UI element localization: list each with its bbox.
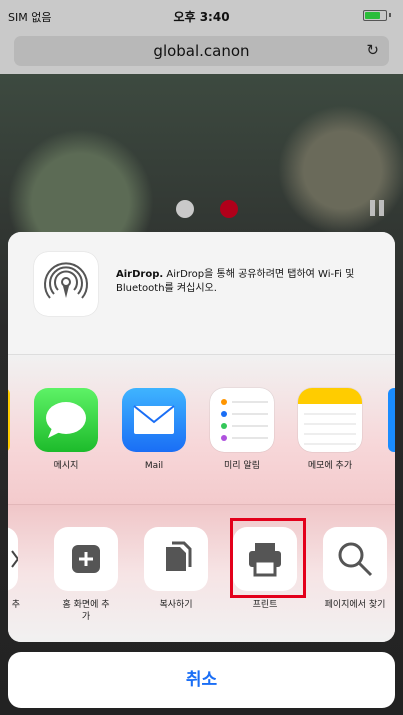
share-action-copy[interactable]: 복사하기 xyxy=(136,527,216,611)
messages-icon xyxy=(34,388,98,452)
address-field[interactable]: global.canon ↻ xyxy=(14,36,389,66)
share-app-mail[interactable]: Mail xyxy=(114,388,194,472)
airdrop-icon[interactable] xyxy=(34,252,98,316)
share-action-partial[interactable]: 기 추 xyxy=(8,527,26,611)
airdrop-section: AirDrop. AirDrop을 통해 공유하려면 탭하여 Wi-Fi 및 B… xyxy=(8,232,395,354)
share-app-notes[interactable]: 메모에 추가 xyxy=(290,388,370,472)
browser-toolbar: global.canon ↻ xyxy=(0,30,403,74)
url-text: global.canon xyxy=(153,42,250,60)
share-apps-row: 메시지 Mail 미리 알림 메모에 추가 xyxy=(8,354,395,505)
share-action-add-to-home[interactable]: 홈 화면에 추가 xyxy=(46,527,126,623)
notes-icon xyxy=(298,388,362,452)
status-bar: SIM 없음 오후 3:40 xyxy=(0,0,403,30)
mail-icon xyxy=(122,388,186,452)
carousel-dot-active[interactable] xyxy=(220,200,238,218)
airdrop-description: AirDrop. AirDrop을 통해 공유하려면 탭하여 Wi-Fi 및 B… xyxy=(116,269,355,294)
reload-icon[interactable]: ↻ xyxy=(366,41,379,59)
reminders-icon xyxy=(210,388,274,452)
print-highlight-box xyxy=(230,518,306,598)
airdrop-title: AirDrop. xyxy=(116,269,164,280)
find-in-page-icon xyxy=(323,527,387,591)
battery-icon xyxy=(363,10,387,21)
share-actions-row: 기 추 홈 화면에 추가 복사하기 xyxy=(8,504,395,642)
cancel-button[interactable]: 취소 xyxy=(8,652,395,708)
share-app-messages[interactable]: 메시지 xyxy=(26,388,106,472)
share-app-partial[interactable] xyxy=(388,388,395,452)
partial-icon xyxy=(8,527,20,591)
pause-icon[interactable] xyxy=(370,200,384,216)
copy-icon xyxy=(144,527,208,591)
add-to-home-icon xyxy=(54,527,118,591)
share-action-find-in-page[interactable]: 페이지에서 찾기 xyxy=(315,527,395,611)
share-app-reminders[interactable]: 미리 알림 xyxy=(202,388,282,472)
share-sheet: AirDrop. AirDrop을 통해 공유하려면 탭하여 Wi-Fi 및 B… xyxy=(8,232,395,642)
clock: 오후 3:40 xyxy=(173,10,230,24)
carousel-dot-inactive[interactable] xyxy=(176,200,194,218)
